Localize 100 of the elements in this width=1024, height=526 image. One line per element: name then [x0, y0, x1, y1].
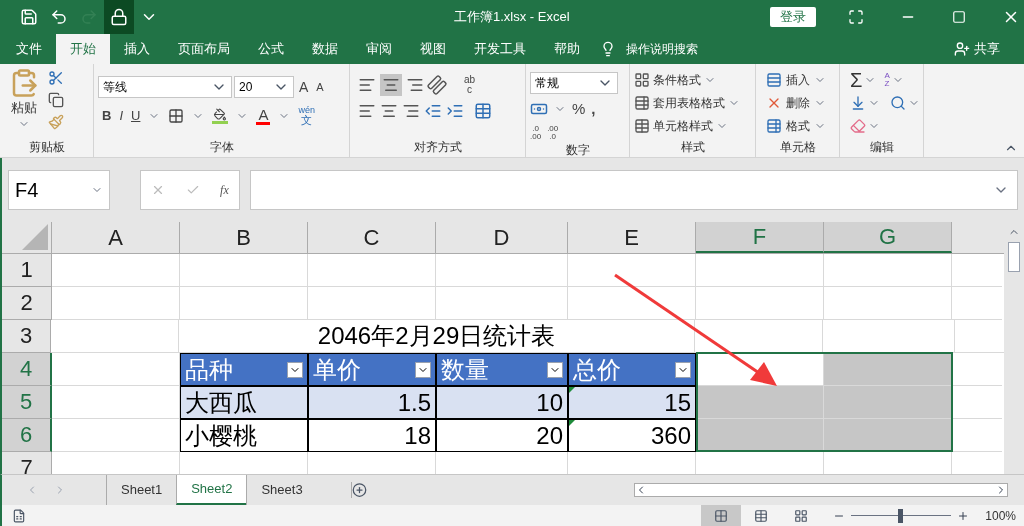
lines-icon [382, 76, 400, 94]
bold-button[interactable]: B [102, 106, 112, 126]
zoom-percentage[interactable]: 100% [985, 506, 1016, 525]
phonetic-guide-button[interactable]: wén 文 [298, 106, 315, 126]
table-cell: 品种 [180, 353, 308, 386]
align-center-icon[interactable] [380, 102, 398, 120]
maximize-icon[interactable] [951, 10, 966, 24]
fill-icon[interactable] [850, 95, 866, 111]
view-button[interactable] [701, 505, 742, 526]
ribbon-tab[interactable]: 数据 [298, 34, 352, 64]
zoom-in-icon[interactable] [957, 509, 970, 522]
filter-dropdown-button[interactable] [287, 361, 303, 378]
style-menu-button[interactable]: 套用表格格式 [634, 93, 740, 113]
name-box[interactable]: F4 [8, 170, 110, 210]
table-icon [634, 72, 650, 88]
font-name-dropdown[interactable]: 等线 [98, 76, 232, 98]
copy-icon[interactable] [48, 92, 64, 108]
cut-icon[interactable] [48, 70, 64, 86]
number-format-dropdown[interactable]: 常规 [530, 72, 618, 94]
share-button[interactable]: 共享 [954, 34, 1000, 64]
column-header[interactable]: F [696, 222, 824, 253]
increase-indent-icon[interactable] [446, 102, 464, 120]
row-header[interactable]: 5 [2, 386, 52, 419]
merge-center-icon[interactable] [474, 102, 492, 120]
table-cell: 单价 [308, 353, 436, 386]
filter-dropdown-button[interactable] [415, 361, 431, 378]
table-cell: 小樱桃 [180, 419, 308, 452]
ribbon-tab[interactable]: 公式 [244, 34, 298, 64]
ribbon-tab[interactable]: 文件 [2, 34, 56, 64]
table-icon [766, 72, 782, 88]
ribbon-tab[interactable]: 开发工具 [460, 34, 540, 64]
undo-icon[interactable] [50, 8, 68, 26]
eraser-icon[interactable] [850, 118, 866, 134]
sheet-tab[interactable]: Sheet2 [176, 475, 247, 505]
row-header[interactable]: 6 [2, 419, 52, 452]
underline-button[interactable]: U [131, 106, 141, 126]
row-header[interactable]: 1 [2, 254, 52, 287]
cells-menu-button[interactable]: 格式 [766, 116, 826, 136]
font-color-button[interactable]: A [256, 107, 271, 125]
group-label: 编辑 [868, 139, 895, 156]
cells-menu-button[interactable]: 删除 [766, 93, 826, 113]
ribbon-tab[interactable]: 视图 [406, 34, 460, 64]
decrease-decimal-button[interactable]: .00 .0 [547, 124, 559, 141]
ribbon-tab[interactable]: 页面布局 [164, 34, 244, 64]
row-header[interactable]: 2 [2, 287, 52, 320]
column-header[interactable]: C [308, 222, 436, 253]
row-header[interactable]: 3 [2, 320, 52, 353]
italic-button[interactable]: I [119, 106, 123, 126]
top-align-icon[interactable] [358, 76, 376, 94]
ribbon-display-icon[interactable] [847, 9, 864, 25]
ribbon-tab[interactable]: 帮助 [540, 34, 594, 64]
align-left-icon[interactable] [358, 102, 376, 120]
scrollbar-thumb[interactable] [1008, 242, 1020, 272]
group-label: 字体 [208, 139, 235, 156]
sort-filter-button[interactable]: A Z [884, 72, 890, 88]
search-icon[interactable] [890, 95, 906, 111]
formula-input[interactable] [250, 170, 1018, 210]
decrease-indent-icon[interactable] [424, 102, 442, 120]
comma-button[interactable]: , [591, 98, 596, 121]
grow-font-button[interactable]: A [296, 76, 312, 98]
vertical-scrollbar[interactable] [1004, 222, 1024, 474]
font-size-dropdown[interactable]: 20 [234, 76, 294, 98]
zoom-slider[interactable] [851, 508, 952, 523]
ribbon-tab[interactable]: 审阅 [352, 34, 406, 64]
align-right-icon[interactable] [402, 102, 420, 120]
column-header[interactable]: B [180, 222, 308, 253]
group-label: 数字 [564, 141, 591, 159]
macro-recording-icon[interactable] [12, 508, 26, 523]
filter-dropdown-button[interactable] [547, 361, 563, 378]
ribbon-tab[interactable]: 开始 [56, 34, 110, 64]
column-header[interactable]: A [52, 222, 180, 253]
table-cell: 大西瓜 [180, 386, 308, 419]
filter-dropdown-button[interactable] [675, 361, 691, 378]
save-icon[interactable] [20, 8, 38, 26]
style-menu-button[interactable]: 单元格样式 [634, 116, 740, 136]
lock-icon[interactable] [110, 8, 128, 26]
table-cell: 10 [436, 386, 568, 419]
zoom-slider-thumb[interactable] [898, 508, 904, 523]
login-button[interactable]: 登录 [769, 7, 816, 27]
wrap-text-button[interactable]: ab c [464, 75, 476, 95]
search-field[interactable]: 操作说明搜索 [600, 34, 698, 64]
ribbon-tab[interactable]: 插入 [110, 34, 164, 64]
percent-button[interactable]: % [572, 98, 586, 121]
column-header[interactable]: G [824, 222, 952, 253]
middle-align-icon[interactable] [380, 74, 402, 96]
add-sheet-icon[interactable] [350, 482, 367, 498]
fill-color-icon[interactable] [212, 108, 229, 124]
increase-decimal-button[interactable]: .0 .00 [530, 124, 542, 141]
cells-menu-button[interactable]: 插入 [766, 70, 826, 90]
row-header[interactable]: 4 [2, 353, 52, 386]
table-cell: 15 [568, 386, 696, 419]
shrink-font-button[interactable]: A [313, 78, 327, 96]
column-header[interactable]: D [436, 222, 568, 253]
autosum-button[interactable]: Σ [850, 70, 863, 90]
borders-icon[interactable] [168, 108, 185, 124]
paste-button[interactable]: 粘贴 [4, 68, 44, 138]
style-menu-button[interactable]: 条件格式 [634, 70, 740, 90]
bottom-align-icon[interactable] [406, 76, 424, 94]
horizontal-scrollbar[interactable] [634, 483, 1008, 497]
insert-function-button[interactable]: fx [220, 181, 229, 199]
